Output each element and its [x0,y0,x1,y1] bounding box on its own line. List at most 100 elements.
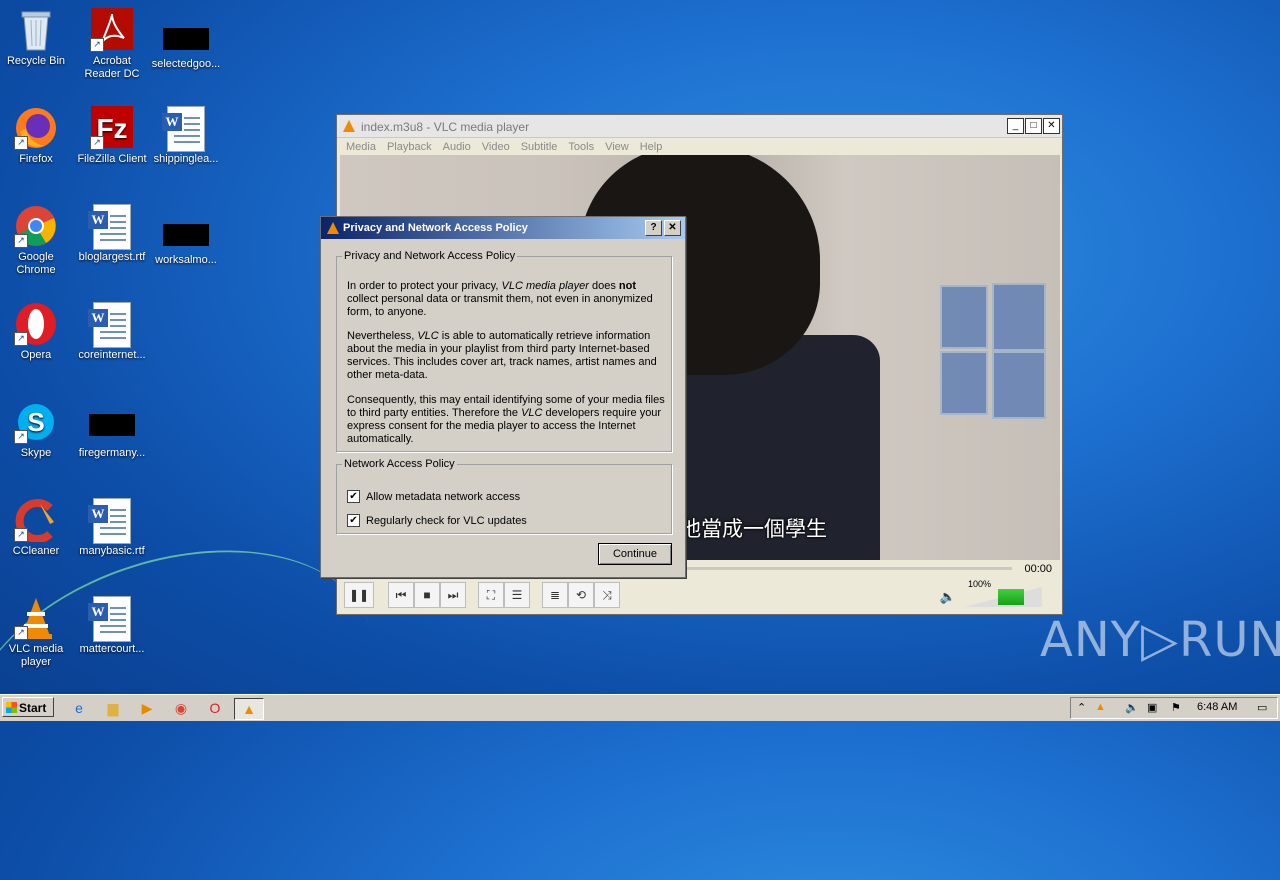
recycle-bin-icon [14,8,58,52]
privacy-paragraph-1: In order to protect your privacy, VLC me… [347,280,653,318]
taskbar: Start e ▆ ▶ ◉ O ▲ ⌃ ▲ 🔈 ▣ ⚑ 6:48 AM ▭ [0,694,1280,721]
filezilla-icon: Fz ↗ [90,106,134,150]
vlc-controls: ❚❚ ⏮ ■ ⏭ ⛶ ☰ ≣ ⟲ ⤨ 🔈 100% [340,579,1060,611]
privacy-group-title: Privacy and Network Access Policy [344,250,516,262]
playlist-button[interactable]: ≣ [542,582,568,608]
channel-logo [996,175,1030,235]
action-center-flag-icon[interactable]: ⚑ [1171,701,1181,714]
ie-icon[interactable]: e [68,698,90,718]
menu-audio[interactable]: Audio [443,141,471,153]
desktop-icon-firegermany[interactable]: firegermany... [69,400,155,460]
desktop-icon-chrome[interactable]: ↗ Google Chrome [0,204,79,277]
vlc-icon [327,222,339,234]
black-file-icon [89,414,135,436]
vlc-menubar: Media Playback Audio Video Subtitle Tool… [337,138,1062,156]
clock[interactable]: 6:48 AM [1197,701,1237,713]
fullscreen-button[interactable]: ⛶ [478,582,504,608]
volume-slider[interactable]: 100% [962,579,1042,607]
pause-button[interactable]: ❚❚ [344,582,374,608]
vlc-titlebar[interactable]: index.m3u8 - VLC media player _ □ ✕ [337,115,1062,138]
privacy-group: Privacy and Network Access Policy In ord… [336,250,672,452]
ccleaner-icon: ↗ [14,498,58,543]
desktop-icon-firefox[interactable]: ↗ Firefox [0,106,79,166]
volume-fill [998,589,1024,605]
help-button[interactable]: ? [645,220,662,236]
video-subtitle: 他當成一個學生 [680,517,827,541]
network-access-group: Network Access Policy ✔ Allow metadata n… [336,458,672,534]
volume-percent: 100% [968,579,992,589]
desktop-icon-manybasic[interactable]: W manybasic.rtf [69,498,155,558]
desktop-icon-mattercourt[interactable]: W mattercourt... [69,596,155,656]
menu-video[interactable]: Video [482,141,510,153]
black-file-icon [163,28,209,50]
shuffle-button[interactable]: ⤨ [594,582,620,608]
vlc-icon: ↗ [14,596,58,640]
word-doc-icon: W [162,106,205,152]
vlc-tray-icon[interactable]: ▲ [1095,701,1106,713]
menu-view[interactable]: View [605,141,629,153]
update-check-label: Regularly check for VLC updates [366,514,527,527]
network-group-title: Network Access Policy [344,458,455,470]
vlc-window-title: index.m3u8 - VLC media player [361,120,530,134]
desktop-icon-shippinglea[interactable]: W shippinglea... [143,106,229,166]
start-button[interactable]: Start [2,697,54,717]
stop-button[interactable]: ■ [414,582,440,608]
privacy-dialog: Privacy and Network Access Policy ? ✕ Pr… [320,216,686,578]
firefox-icon: ↗ [14,106,58,150]
volume-tray-icon[interactable]: 🔈 [1125,701,1139,714]
vlc-taskbar-button[interactable]: ▲ [234,698,264,720]
next-button[interactable]: ⏭ [440,582,466,608]
show-desktop-icon[interactable]: ▭ [1257,701,1267,714]
desktop-icon-vlc[interactable]: ↗ VLC media player [0,596,79,669]
system-tray: ⌃ ▲ 🔈 ▣ ⚑ 6:48 AM ▭ [1070,697,1278,719]
menu-media[interactable]: Media [346,141,376,153]
black-file-icon [163,224,209,246]
dialog-close-button[interactable]: ✕ [664,220,681,236]
word-doc-icon: W [88,204,131,250]
minimize-button[interactable]: _ [1007,118,1024,134]
metadata-access-label: Allow metadata network access [366,490,521,503]
privacy-paragraph-3: Consequently, this may entail identifyin… [347,394,665,445]
menu-tools[interactable]: Tools [568,141,594,153]
update-check-checkbox[interactable]: ✔ Regularly check for VLC updates [347,514,527,527]
metadata-access-checkbox[interactable]: ✔ Allow metadata network access [347,490,520,503]
checkbox-checked[interactable]: ✔ [347,490,360,503]
media-player-icon[interactable]: ▶ [136,698,158,718]
windows-logo-icon [6,702,17,713]
loop-button[interactable]: ⟲ [568,582,594,608]
skype-icon: S ↗ [14,400,58,444]
desktop-icon-opera[interactable]: ↗ Opera [0,302,79,362]
dialog-titlebar[interactable]: Privacy and Network Access Policy ? ✕ [321,217,685,239]
checkbox-checked[interactable]: ✔ [347,514,360,527]
maximize-button[interactable]: □ [1025,118,1042,134]
explorer-icon[interactable]: ▆ [102,698,124,718]
word-doc-icon: W [88,498,131,544]
close-button[interactable]: ✕ [1043,118,1060,134]
network-tray-icon[interactable]: ▣ [1147,701,1157,714]
chrome-icon: ↗ [14,204,58,248]
menu-help[interactable]: Help [640,141,663,153]
menu-subtitle[interactable]: Subtitle [521,141,558,153]
opera-icon: ↗ [14,302,58,346]
desktop-icon-recycle-bin[interactable]: Recycle Bin [0,8,79,68]
opera-icon[interactable]: O [204,698,226,718]
speaker-icon[interactable]: 🔈 [940,589,956,605]
chrome-icon[interactable]: ◉ [170,698,192,718]
desktop-icon-skype[interactable]: S ↗ Skype [0,400,79,460]
desktop-icon-ccleaner[interactable]: ↗ CCleaner [0,498,79,558]
anyrun-watermark: ANY▷RUN [1040,612,1280,668]
vlc-icon [343,120,355,132]
time-display: 00:00 [1024,563,1052,575]
desktop-icon-worksalmo[interactable]: worksalmo... [143,204,229,267]
menu-playback[interactable]: Playback [387,141,432,153]
show-hidden-icons[interactable]: ⌃ [1077,701,1086,714]
extended-settings-button[interactable]: ☰ [504,582,530,608]
word-doc-icon: W [88,596,131,642]
previous-button[interactable]: ⏮ [388,582,414,608]
dialog-title: Privacy and Network Access Policy [343,222,528,234]
continue-button[interactable]: Continue [598,543,672,565]
desktop-icon-coreinternet[interactable]: W coreinternet... [69,302,155,362]
desktop-icon-selectedgoo[interactable]: selectedgoo... [143,8,229,71]
privacy-paragraph-2: Nevertheless, VLC is able to automatical… [347,330,657,381]
acrobat-icon: ↗ [90,8,134,52]
